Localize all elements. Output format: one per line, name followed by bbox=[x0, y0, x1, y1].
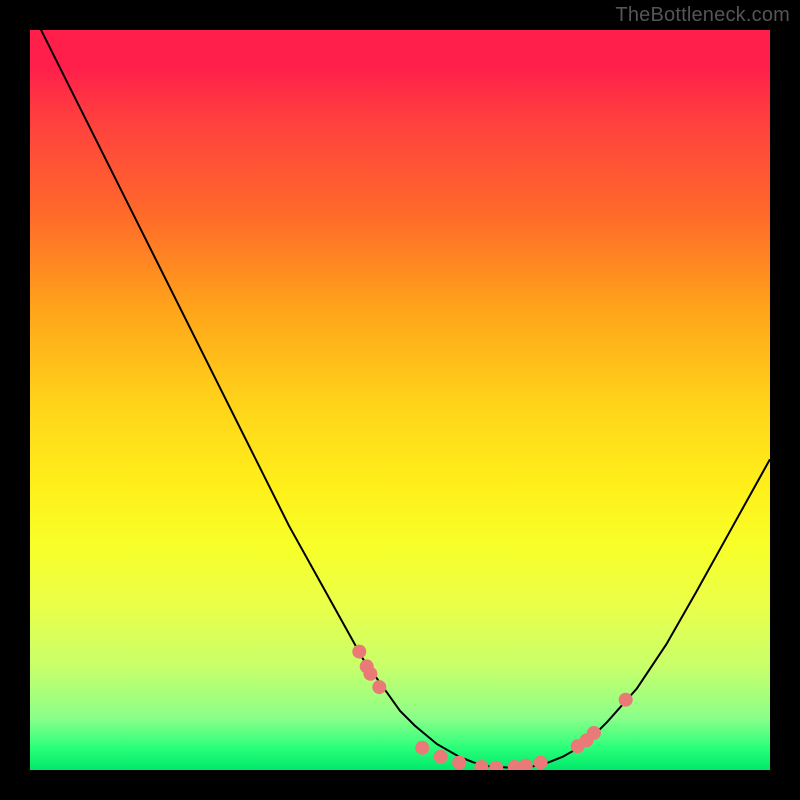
marker-group bbox=[352, 645, 632, 770]
marker-dot bbox=[352, 645, 366, 659]
marker-dot bbox=[372, 680, 386, 694]
marker-dot bbox=[434, 750, 448, 764]
marker-dot bbox=[452, 756, 466, 770]
marker-dot bbox=[363, 667, 377, 681]
marker-dot bbox=[415, 741, 429, 755]
marker-dot bbox=[534, 756, 548, 770]
marker-dot bbox=[474, 760, 488, 770]
marker-dot bbox=[519, 759, 533, 770]
chart-svg bbox=[30, 30, 770, 770]
bottleneck-curve bbox=[30, 30, 770, 768]
marker-dot bbox=[587, 726, 601, 740]
marker-dot bbox=[619, 693, 633, 707]
attribution-text: TheBottleneck.com bbox=[615, 4, 790, 27]
marker-dot bbox=[489, 761, 503, 770]
chart-area bbox=[30, 30, 770, 770]
